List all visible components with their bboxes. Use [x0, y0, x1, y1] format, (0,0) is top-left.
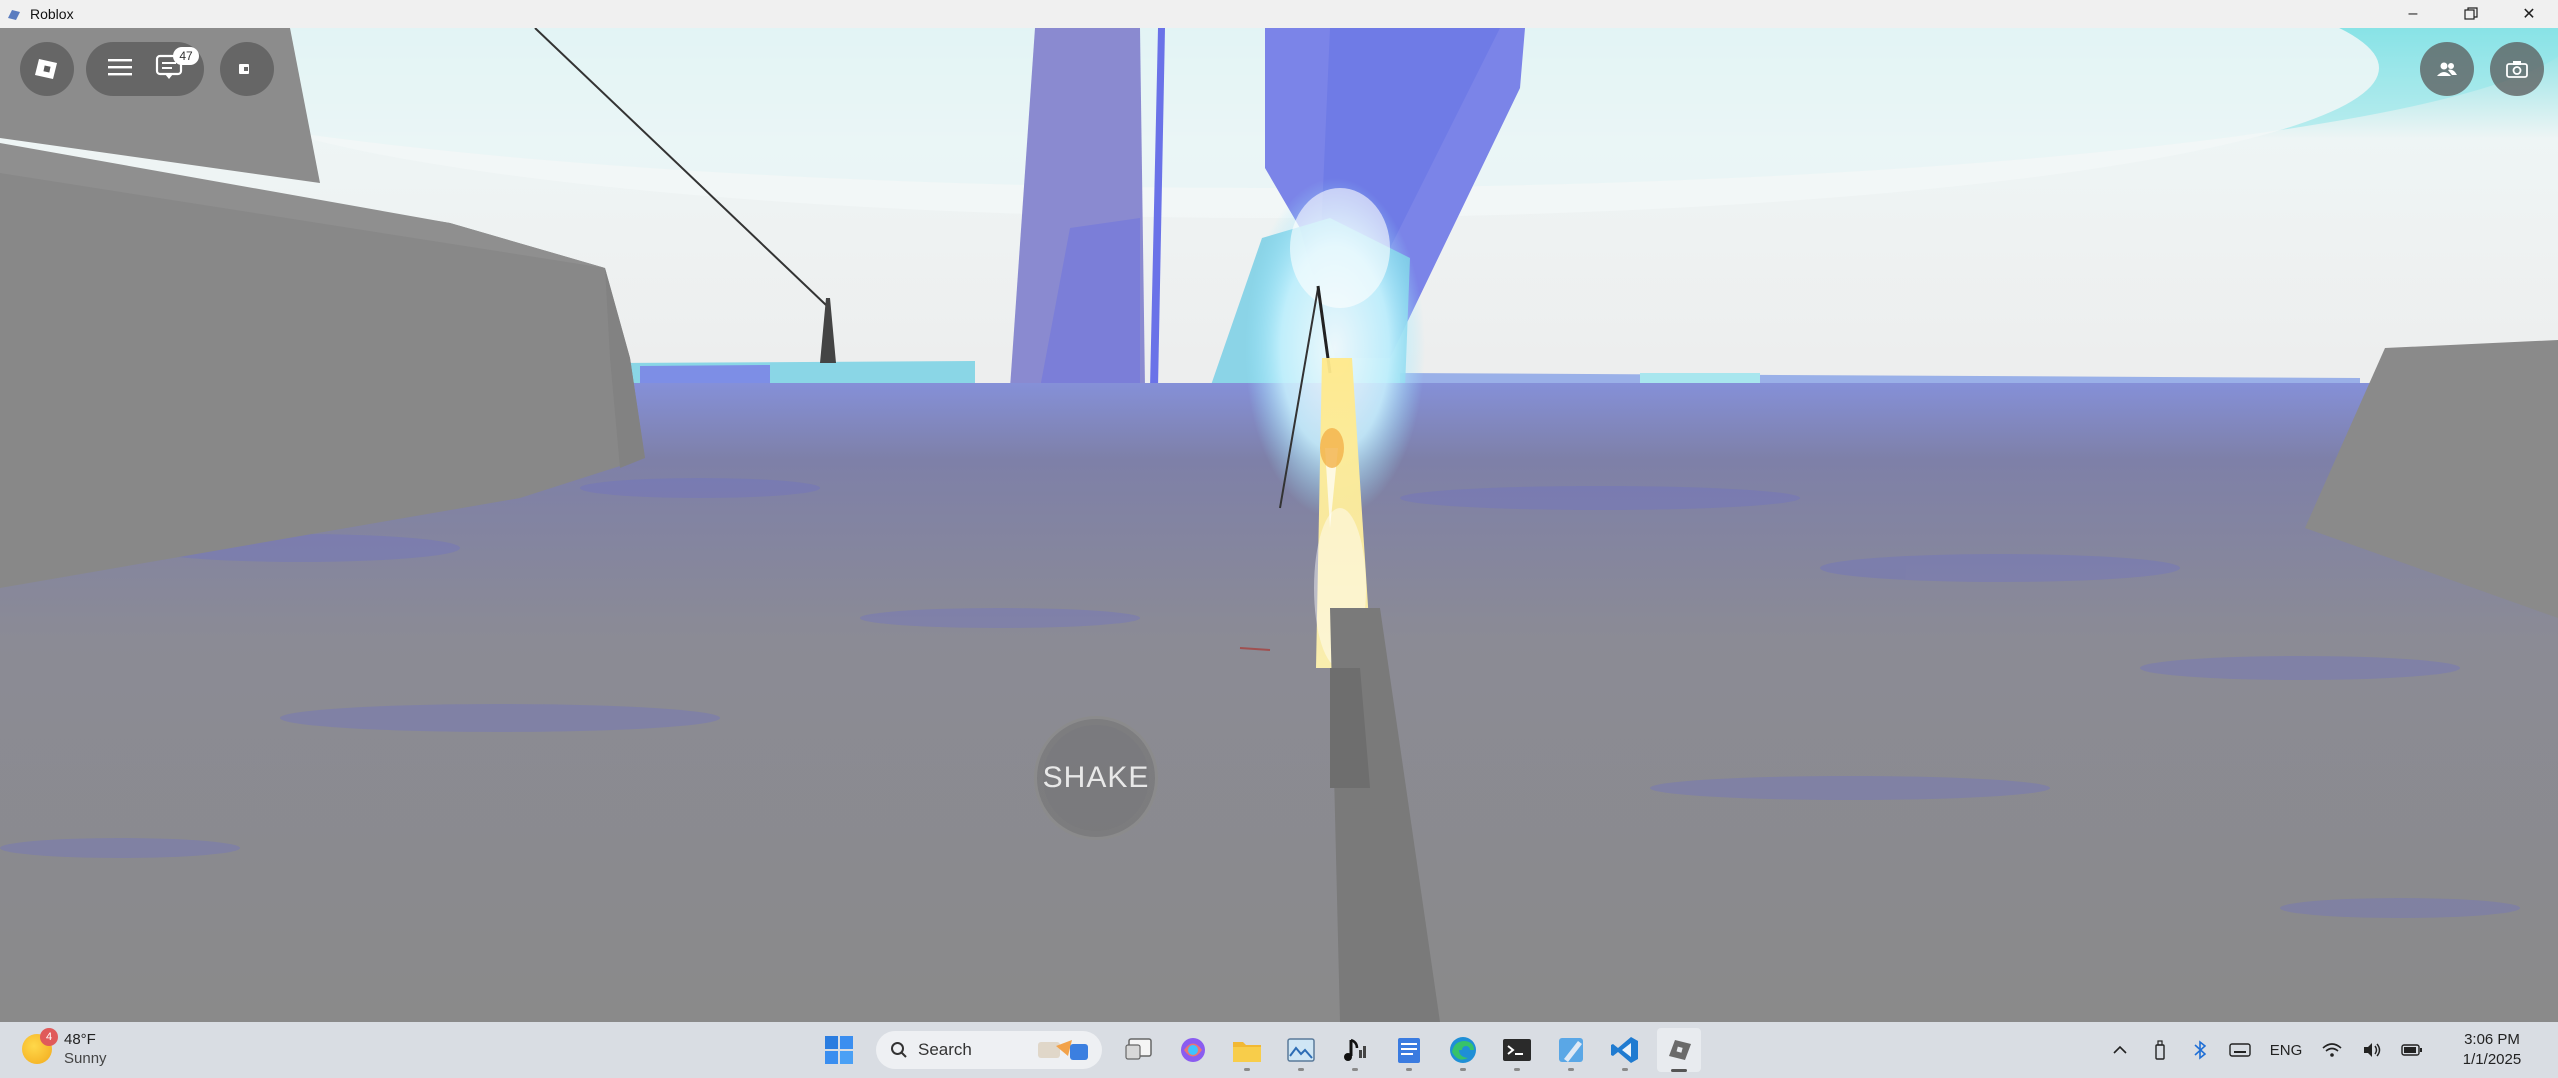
hamburger-icon[interactable]	[107, 57, 132, 82]
weather-text: 48°F Sunny	[64, 1030, 107, 1068]
keyboard-icon[interactable]	[2220, 1030, 2260, 1070]
screenshot-icon	[2506, 61, 2528, 78]
game-viewport[interactable]: 47 SHAKE	[0, 28, 2558, 1022]
roblox-icon[interactable]	[1657, 1028, 1701, 1072]
vscode-icon[interactable]	[1603, 1028, 1647, 1072]
photos-icon[interactable]	[1279, 1028, 1323, 1072]
battery-icon[interactable]	[2392, 1030, 2432, 1070]
usb-drive-icon[interactable]	[2140, 1030, 2180, 1070]
system-tray: ENG 3:06 PM 1/1/2025	[2100, 1022, 2558, 1078]
search-icon	[891, 1042, 907, 1058]
notepad-icon[interactable]	[1387, 1028, 1431, 1072]
window-title: Roblox	[30, 6, 74, 22]
language-indicator[interactable]: ENG	[2260, 1042, 2312, 1059]
friends-button[interactable]	[2420, 42, 2474, 96]
weather-widget[interactable]: 4 48°F Sunny	[22, 1028, 107, 1068]
roblox-menu-icon	[35, 59, 57, 79]
window-titlebar: Roblox – ✕	[0, 0, 2558, 28]
terminal-icon[interactable]	[1495, 1028, 1539, 1072]
volume-icon[interactable]	[2352, 1030, 2392, 1070]
clock-date: 1/1/2025	[2462, 1051, 2522, 1068]
taskbar: 4 48°F Sunny Search ENG 3:06 PM 1/1/2025	[0, 1022, 2558, 1078]
clock-time: 3:06 PM	[2464, 1031, 2520, 1048]
chevron-up-icon[interactable]	[2100, 1030, 2140, 1070]
search-highlight-icon	[1038, 1040, 1088, 1060]
minimize-icon[interactable]: –	[2384, 0, 2442, 28]
weather-temp: 48°F	[64, 1031, 96, 1048]
file-explorer-icon[interactable]	[1225, 1028, 1269, 1072]
restore-icon[interactable]	[2442, 0, 2500, 28]
taskbar-search[interactable]: Search	[876, 1031, 1102, 1069]
bluetooth-icon[interactable]	[2180, 1030, 2220, 1070]
chat-badge: 47	[173, 47, 199, 65]
sun-icon: 4	[22, 1028, 58, 1064]
game-scene	[0, 28, 2558, 1022]
roblox-menu-button[interactable]	[20, 42, 74, 96]
friends-icon	[2437, 62, 2457, 76]
shake-button[interactable]: SHAKE	[1034, 716, 1158, 840]
screenshot-button[interactable]	[2490, 42, 2544, 96]
wifi-icon[interactable]	[2312, 1030, 2352, 1070]
taskbar-apps: Search	[812, 1028, 1706, 1072]
weather-condition: Sunny	[64, 1050, 107, 1067]
edge-icon[interactable]	[1441, 1028, 1485, 1072]
copilot-icon[interactable]	[1171, 1028, 1215, 1072]
close-icon[interactable]: ✕	[2500, 0, 2558, 28]
music-icon[interactable]	[1333, 1028, 1377, 1072]
roblox-app-icon	[8, 10, 20, 20]
window-controls: – ✕	[2384, 0, 2558, 28]
weather-badge: 4	[40, 1028, 58, 1046]
search-placeholder: Search	[918, 1040, 972, 1059]
start-icon[interactable]	[817, 1028, 861, 1072]
task-view-icon[interactable]	[1117, 1028, 1161, 1072]
selfview-button[interactable]	[220, 42, 274, 96]
clock[interactable]: 3:06 PM 1/1/2025	[2432, 1030, 2552, 1070]
paint-icon[interactable]	[1549, 1028, 1593, 1072]
selfview-icon	[239, 64, 249, 74]
